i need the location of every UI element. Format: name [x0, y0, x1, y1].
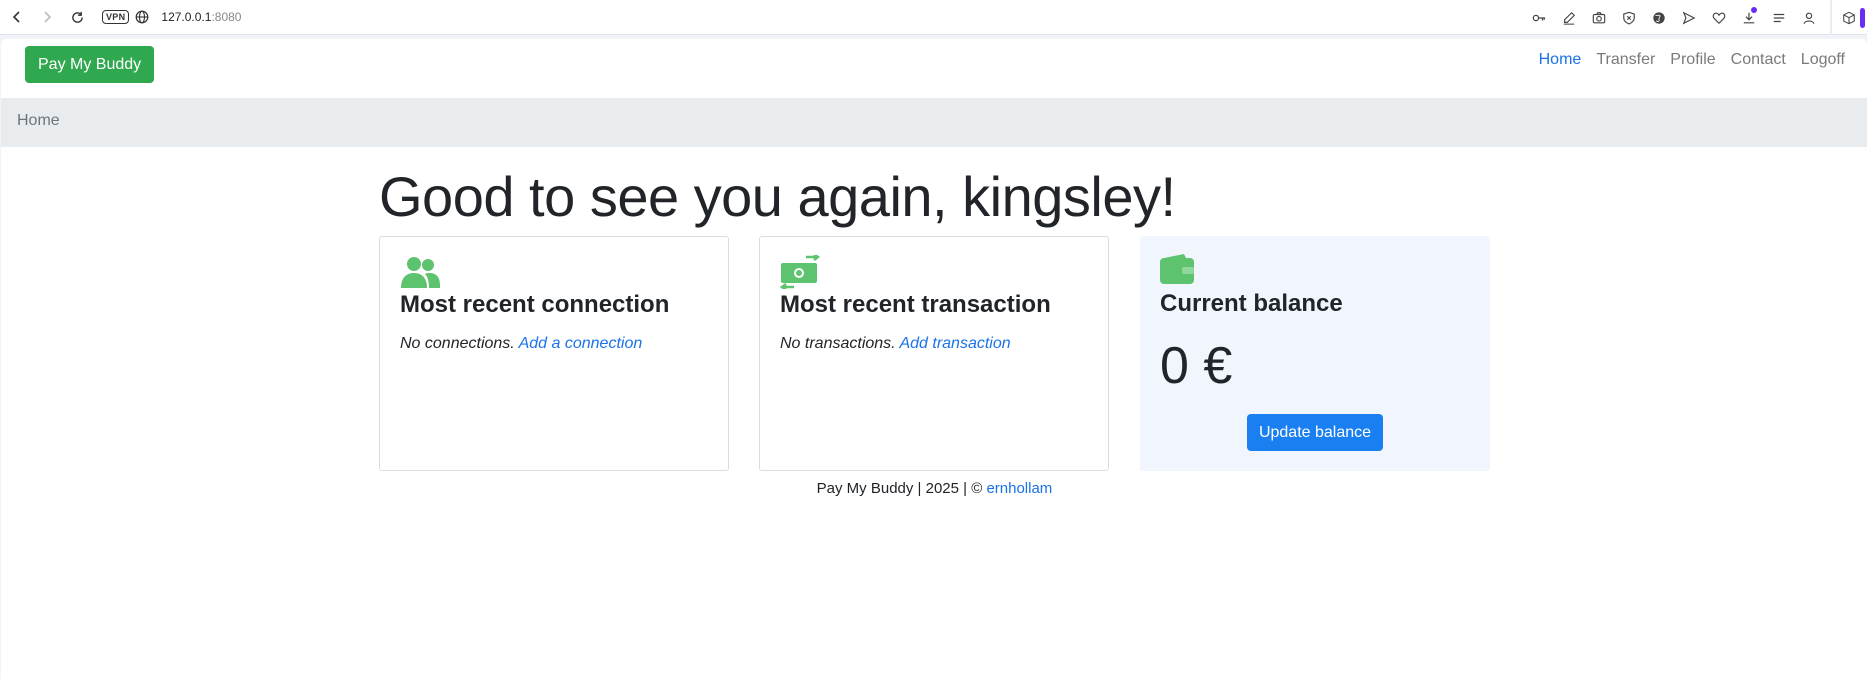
nav-profile[interactable]: Profile	[1670, 51, 1715, 69]
nav-transfer[interactable]: Transfer	[1596, 51, 1655, 69]
vpn-badge[interactable]: VPN	[102, 10, 130, 24]
url-host: 127.0.0.1	[161, 10, 212, 24]
nav-contact[interactable]: Contact	[1731, 51, 1786, 69]
app-navbar: Pay My Buddy Home Transfer Profile Conta…	[1, 39, 1867, 85]
nav-logoff[interactable]: Logoff	[1801, 51, 1845, 69]
key-icon[interactable]	[1524, 3, 1554, 33]
no-connections-text: No connections.	[400, 335, 515, 352]
balance-amount: 0 €	[1160, 337, 1233, 395]
sidebar-accent[interactable]	[1860, 7, 1865, 28]
download-notification-dot	[1751, 6, 1757, 13]
address-bar[interactable]: 127.0.0.1:8080	[161, 10, 241, 24]
forward-icon[interactable]	[36, 6, 58, 28]
footer-text: Pay My Buddy | 2025 | ©	[816, 480, 983, 497]
transaction-card-title: Most recent transaction	[780, 291, 1051, 318]
nav-home[interactable]: Home	[1539, 51, 1582, 69]
toolbar-divider	[1830, 0, 1832, 35]
footer: Pay My Buddy | 2025 | © ernhollam	[1, 480, 1867, 497]
transaction-card-text: No transactions. Add transaction	[780, 335, 1011, 353]
browser-toolbar: VPN 127.0.0.1:8080	[0, 0, 1867, 35]
connection-card-text: No connections. Add a connection	[400, 335, 642, 353]
recent-connection-card: Most recent connection No connections. A…	[379, 236, 729, 471]
heart-icon[interactable]	[1704, 3, 1734, 33]
account-icon[interactable]	[1794, 3, 1824, 33]
connection-card-title: Most recent connection	[400, 291, 670, 318]
globe-icon	[136, 10, 149, 24]
send-icon[interactable]	[1674, 3, 1704, 33]
menu-list-icon[interactable]	[1764, 3, 1794, 33]
footer-author-link[interactable]: ernhollam	[986, 480, 1052, 497]
breadcrumb: Home	[17, 112, 60, 129]
current-balance-card: Current balance 0 € Update balance	[1140, 236, 1490, 471]
camera-icon[interactable]	[1584, 3, 1614, 33]
web-page: Pay My Buddy Home Transfer Profile Conta…	[1, 39, 1867, 679]
update-balance-button[interactable]: Update balance	[1247, 414, 1383, 451]
money-transfer-icon	[780, 255, 820, 289]
add-transaction-link[interactable]: Add transaction	[899, 335, 1010, 352]
reload-icon[interactable]	[66, 6, 88, 28]
edit-icon[interactable]	[1554, 3, 1584, 33]
recent-transaction-card: Most recent transaction No transactions.…	[759, 236, 1109, 471]
wallet-icon	[1160, 254, 1194, 284]
brand-button[interactable]: Pay My Buddy	[25, 46, 155, 83]
download-icon[interactable]	[1734, 3, 1764, 33]
no-transactions-text: No transactions.	[780, 335, 896, 352]
page-title: Good to see you again, kingsley!	[379, 165, 1176, 228]
add-connection-link[interactable]: Add a connection	[519, 335, 643, 352]
url-port: :8080	[211, 10, 242, 24]
page-frame: Pay My Buddy Home Transfer Profile Conta…	[0, 35, 1867, 679]
extension-cube-icon[interactable]	[1838, 3, 1860, 33]
balance-card-title: Current balance	[1160, 290, 1343, 317]
breadcrumb-bar: Home	[1, 98, 1867, 147]
shield-icon[interactable]	[1614, 3, 1644, 33]
users-icon	[401, 257, 440, 288]
world-icon[interactable]	[1644, 3, 1674, 33]
nav-links: Home Transfer Profile Contact Logoff	[1539, 51, 1845, 69]
back-icon[interactable]	[6, 6, 28, 28]
